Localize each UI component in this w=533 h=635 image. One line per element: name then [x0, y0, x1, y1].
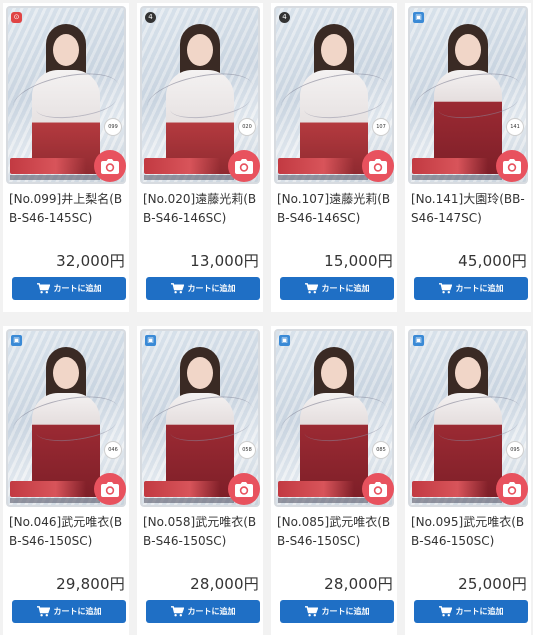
card-corner-badge: ▣ — [11, 335, 22, 346]
add-to-cart-label: カートに追加 — [321, 607, 370, 616]
product-name[interactable]: [No.085]武元唯衣(BB-S46-150SC) — [277, 513, 395, 553]
product-name[interactable]: [No.046]武元唯衣(BB-S46-150SC) — [9, 513, 127, 553]
cart-icon — [438, 283, 452, 294]
card-number: 085 — [372, 441, 390, 459]
product-name[interactable]: [No.141]大園玲(BB-S46-147SC) — [411, 190, 529, 230]
card-info-bar — [278, 481, 354, 497]
card-number: 020 — [238, 118, 256, 136]
camera-icon[interactable] — [496, 473, 528, 505]
cart-icon — [438, 606, 452, 617]
product-card: ▣ 141 [No.141]大園玲(BB-S46-147SC) 45,000円 — [405, 3, 531, 312]
product-price: 28,000円 — [190, 575, 259, 593]
product-card: ▣ 095 [No.095]武元唯衣(BB-S46-150SC) 25,000円 — [405, 326, 531, 635]
add-to-cart-label: カートに追加 — [455, 284, 504, 293]
product-name[interactable]: [No.107]遠藤光莉(BB-S46-146SC) — [277, 190, 395, 230]
add-to-cart-button[interactable]: カートに追加 — [280, 600, 394, 623]
camera-icon[interactable] — [362, 150, 394, 182]
product-price: 13,000円 — [190, 252, 259, 270]
card-info-bar — [10, 481, 86, 497]
add-to-cart-button[interactable]: カートに追加 — [12, 600, 126, 623]
add-to-cart-button[interactable]: カートに追加 — [146, 600, 260, 623]
card-footer-strip — [278, 175, 368, 180]
card-info-bar — [144, 158, 220, 174]
card-number: 095 — [506, 441, 524, 459]
card-corner-badge: ▣ — [145, 335, 156, 346]
product-card: ▣ 046 [No.046]武元唯衣(BB-S46-150SC) 29,800円 — [3, 326, 129, 635]
product-name[interactable]: [No.095]武元唯衣(BB-S46-150SC) — [411, 513, 529, 553]
card-info-bar — [412, 158, 488, 174]
add-to-cart-label: カートに追加 — [53, 607, 102, 616]
cart-icon — [304, 606, 318, 617]
cart-icon — [170, 283, 184, 294]
product-card: 4 107 [No.107]遠藤光莉(BB-S46-146SC) 15,000円 — [271, 3, 397, 312]
product-image[interactable]: ▣ 058 — [140, 329, 260, 507]
product-price: 25,000円 — [458, 575, 527, 593]
card-corner-badge: 4 — [145, 12, 156, 23]
product-image[interactable]: 4 107 — [274, 6, 394, 184]
product-image[interactable]: ▣ 141 — [408, 6, 528, 184]
cart-icon — [36, 283, 50, 294]
card-corner-badge: ▣ — [413, 335, 424, 346]
add-to-cart-button[interactable]: カートに追加 — [280, 277, 394, 300]
product-card: ▣ 085 [No.085]武元唯衣(BB-S46-150SC) 28,000円 — [271, 326, 397, 635]
product-name[interactable]: [No.020]遠藤光莉(BB-S46-146SC) — [143, 190, 261, 230]
add-to-cart-label: カートに追加 — [455, 607, 504, 616]
camera-icon[interactable] — [228, 150, 260, 182]
cart-icon — [36, 606, 50, 617]
product-image[interactable]: 4 020 — [140, 6, 260, 184]
product-card: ⊙ 099 [No.099]井上梨名(BB-S46-145SC) 32,000円 — [3, 3, 129, 312]
product-price: 29,800円 — [56, 575, 125, 593]
product-price: 32,000円 — [56, 252, 125, 270]
card-number: 099 — [104, 118, 122, 136]
cart-icon — [304, 283, 318, 294]
product-image[interactable]: ▣ 085 — [274, 329, 394, 507]
card-info-bar — [10, 158, 86, 174]
card-corner-badge: ▣ — [413, 12, 424, 23]
camera-icon[interactable] — [496, 150, 528, 182]
add-to-cart-label: カートに追加 — [187, 284, 236, 293]
add-to-cart-button[interactable]: カートに追加 — [414, 600, 528, 623]
card-number: 107 — [372, 118, 390, 136]
card-footer-strip — [278, 498, 368, 503]
product-name[interactable]: [No.058]武元唯衣(BB-S46-150SC) — [143, 513, 261, 553]
add-to-cart-label: カートに追加 — [321, 284, 370, 293]
card-footer-strip — [144, 498, 234, 503]
camera-icon[interactable] — [94, 473, 126, 505]
card-footer-strip — [144, 175, 234, 180]
add-to-cart-label: カートに追加 — [187, 607, 236, 616]
product-image[interactable]: ⊙ 099 — [6, 6, 126, 184]
product-card: 4 020 [No.020]遠藤光莉(BB-S46-146SC) 13,000円 — [137, 3, 263, 312]
product-price: 15,000円 — [324, 252, 393, 270]
product-price: 45,000円 — [458, 252, 527, 270]
product-price: 28,000円 — [324, 575, 393, 593]
cart-icon — [170, 606, 184, 617]
card-info-bar — [412, 481, 488, 497]
card-corner-badge: 4 — [279, 12, 290, 23]
product-name[interactable]: [No.099]井上梨名(BB-S46-145SC) — [9, 190, 127, 230]
card-number: 058 — [238, 441, 256, 459]
card-number: 141 — [506, 118, 524, 136]
card-corner-badge: ▣ — [279, 335, 290, 346]
product-grid: ⊙ 099 [No.099]井上梨名(BB-S46-145SC) 32,000円 — [0, 0, 533, 635]
card-footer-strip — [10, 175, 100, 180]
card-footer-strip — [10, 498, 100, 503]
product-image[interactable]: ▣ 095 — [408, 329, 528, 507]
card-info-bar — [144, 481, 220, 497]
camera-icon[interactable] — [228, 473, 260, 505]
card-info-bar — [278, 158, 354, 174]
product-image[interactable]: ▣ 046 — [6, 329, 126, 507]
card-number: 046 — [104, 441, 122, 459]
add-to-cart-label: カートに追加 — [53, 284, 102, 293]
add-to-cart-button[interactable]: カートに追加 — [12, 277, 126, 300]
product-card: ▣ 058 [No.058]武元唯衣(BB-S46-150SC) 28,000円 — [137, 326, 263, 635]
card-corner-badge: ⊙ — [11, 12, 22, 23]
camera-icon[interactable] — [362, 473, 394, 505]
card-footer-strip — [412, 175, 502, 180]
add-to-cart-button[interactable]: カートに追加 — [414, 277, 528, 300]
camera-icon[interactable] — [94, 150, 126, 182]
add-to-cart-button[interactable]: カートに追加 — [146, 277, 260, 300]
card-footer-strip — [412, 498, 502, 503]
